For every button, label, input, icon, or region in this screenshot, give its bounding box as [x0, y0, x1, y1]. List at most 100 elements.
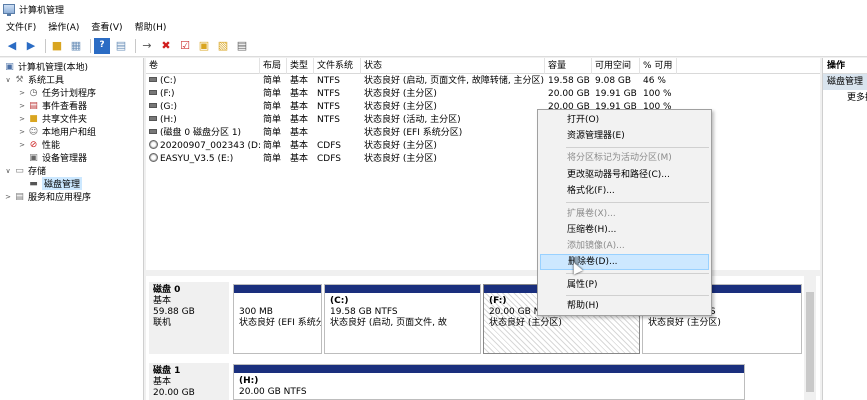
column-header-capacity[interactable]: 容量 — [545, 58, 592, 74]
menu-action[interactable]: 操作(A) — [48, 20, 79, 33]
tree-item-root[interactable]: ▣ 计算机管理(本地) — [2, 60, 88, 74]
menu-item-change-drive-letter[interactable]: 更改驱动器号和路径(C)... — [540, 167, 709, 183]
tree-item-shared-folders[interactable]: > ■ 共享文件夹 — [18, 112, 88, 126]
volume-name-text: (F:) — [160, 89, 175, 99]
volume-type: 基本 — [290, 102, 309, 112]
menu-item-help[interactable]: 帮助(H) — [540, 298, 709, 314]
menu-item-add-mirror: 添加镜像(A)... — [567, 241, 625, 251]
delete-icon[interactable]: ✖ — [158, 38, 174, 54]
column-header-filesystem[interactable]: 文件系统 — [314, 58, 361, 74]
menu-item-explorer[interactable]: 资源管理器(E) — [540, 128, 709, 144]
computer-management-icon — [3, 4, 15, 16]
partition-efi[interactable]: 300 MB 状态良好 (EFI 系统分 — [233, 284, 322, 354]
expand-icon[interactable]: > — [4, 193, 12, 201]
shared-folder-icon: ■ — [29, 113, 38, 124]
table-row[interactable]: (F:) 简单 基本 NTFS 状态良好 (主分区) 20.00 GB 19.9… — [146, 88, 820, 101]
menu-item-delete-volume[interactable]: 删除卷(D)... — [540, 254, 709, 270]
table-row[interactable]: (G:) 简单 基本 NTFS 状态良好 (主分区) 20.00 GB 19.9… — [146, 101, 820, 114]
expand-icon[interactable]: > — [18, 115, 26, 123]
partition-name — [239, 296, 321, 307]
volume-icon — [149, 90, 157, 95]
table-row[interactable]: (磁盘 0 磁盘分区 1) 简单 基本 状态良好 (EFI 系统分区) — [146, 127, 820, 140]
collapse-icon[interactable]: ∨ — [4, 167, 12, 175]
search-icon[interactable]: ▣ — [196, 38, 212, 54]
expand-icon[interactable]: > — [18, 89, 26, 97]
toolbar-separator — [45, 38, 46, 53]
disk-size: 20.00 GB — [153, 388, 195, 398]
up-folder-icon[interactable]: ■ — [49, 38, 65, 54]
tree-item-system-tools[interactable]: ∨ ⚒ 系统工具 — [4, 73, 65, 87]
volume-percent-free: 46 % — [643, 76, 666, 86]
tree-item-local-users[interactable]: > ☺ 本地用户和组 — [18, 125, 96, 139]
volume-filesystem: NTFS — [317, 89, 340, 99]
tree-item-services[interactable]: > ▤ 服务和应用程序 — [4, 190, 91, 204]
column-header-volume[interactable]: 卷 — [146, 58, 260, 74]
view-icon[interactable]: ▤ — [234, 38, 250, 54]
tree-item-storage[interactable]: ∨ ▭ 存储 — [4, 164, 46, 178]
partition-status: 状态良好 (EFI 系统分 — [239, 318, 322, 328]
volume-type: 基本 — [290, 154, 309, 164]
tree-label: 系统工具 — [28, 76, 65, 86]
forward-arrow-icon[interactable]: ▶ — [23, 38, 39, 54]
toolbar: ◀ ▶ ■ ▦ ? ▤ → ✖ ☑ ▣ ▧ ▤ — [0, 35, 867, 57]
column-header-free-space[interactable]: 可用空间 — [592, 58, 640, 74]
properties-icon[interactable]: ▤ — [113, 38, 129, 54]
table-row[interactable]: 20200907_002343 (D:) 简单 基本 CDFS 状态良好 (主分… — [146, 140, 820, 153]
menu-help[interactable]: 帮助(H) — [135, 20, 167, 33]
volume-name: EASYU_V3.5 (E:) — [146, 153, 260, 166]
console-tree-icon[interactable]: ▦ — [68, 38, 84, 54]
partition-h[interactable]: (H:) 20.00 GB NTFS — [233, 364, 745, 400]
back-arrow-icon[interactable]: ◀ — [4, 38, 20, 54]
connect-icon[interactable]: → — [139, 38, 155, 54]
export-icon[interactable]: ▧ — [215, 38, 231, 54]
volume-free-space: 19.91 GB — [595, 89, 637, 99]
menu-view[interactable]: 查看(V) — [91, 20, 122, 33]
volume-filesystem: NTFS — [317, 102, 340, 112]
help-icon[interactable]: ? — [94, 37, 110, 54]
actions-section-disk-management[interactable]: 磁盘管理 — [823, 74, 867, 90]
tree-label: 共享文件夹 — [42, 115, 88, 125]
table-row[interactable]: EASYU_V3.5 (E:) 简单 基本 CDFS 状态良好 (主分区) — [146, 153, 820, 166]
menu-item-properties[interactable]: 属性(P) — [540, 277, 709, 293]
vertical-scrollbar[interactable] — [804, 276, 816, 400]
disk-0-label[interactable]: 磁盘 0 基本 59.88 GB 联机 — [149, 282, 229, 354]
check-icon[interactable]: ☑ — [177, 38, 193, 54]
table-row[interactable]: (H:) 简单 基本 NTFS 状态良好 (活动, 主分区) — [146, 114, 820, 127]
storage-icon: ▭ — [15, 165, 24, 176]
column-header-type[interactable]: 类型 — [287, 58, 314, 74]
volume-name-text: (H:) — [160, 115, 177, 125]
menu-item-open[interactable]: 打开(O) — [540, 112, 709, 128]
expand-icon[interactable]: > — [18, 141, 26, 149]
partition-c[interactable]: (C:) 19.58 GB NTFS 状态良好 (启动, 页面文件, 故 — [324, 284, 481, 354]
tree-item-performance[interactable]: > ⊘ 性能 — [18, 138, 60, 152]
volume-name: (C:) — [146, 75, 260, 88]
column-header-percent-free[interactable]: % 可用 — [640, 58, 677, 74]
menu-item-format[interactable]: 格式化(F)... — [540, 183, 709, 199]
menu-item-shrink-volume[interactable]: 压缩卷(H)... — [540, 222, 709, 238]
window-title: 计算机管理 — [19, 5, 65, 16]
toolbar-separator — [90, 38, 91, 53]
menu-file[interactable]: 文件(F) — [6, 20, 36, 33]
disk-1-label[interactable]: 磁盘 1 基本 20.00 GB — [149, 363, 229, 400]
expand-icon[interactable]: > — [18, 128, 26, 136]
tree-item-event-viewer[interactable]: > ▤ 事件查看器 — [18, 99, 87, 113]
more-actions-link[interactable]: 更多操作 — [823, 90, 867, 106]
tree-item-device-manager[interactable]: ▣ 设备管理器 — [26, 151, 87, 165]
column-header-status[interactable]: 状态 — [361, 58, 545, 74]
disk-name: 磁盘 1 — [153, 366, 181, 376]
tree-item-disk-management[interactable]: ▬ 磁盘管理 — [26, 177, 83, 190]
tools-icon: ⚒ — [15, 74, 24, 85]
column-header-layout[interactable]: 布局 — [260, 58, 287, 74]
volume-status: 状态良好 (活动, 主分区) — [364, 115, 461, 125]
expand-icon[interactable]: > — [18, 102, 26, 110]
volume-status: 状态良好 (主分区) — [364, 141, 437, 151]
actions-pane: 操作 磁盘管理 更多操作 — [822, 58, 867, 400]
volume-layout: 简单 — [263, 115, 282, 125]
collapse-icon[interactable]: ∨ — [4, 76, 12, 84]
volume-name: (F:) — [146, 88, 260, 101]
table-row[interactable]: (C:) 简单 基本 NTFS 状态良好 (启动, 页面文件, 故障转储, 主分… — [146, 75, 820, 88]
scrollbar-thumb[interactable] — [806, 292, 814, 392]
volume-type: 基本 — [290, 128, 309, 138]
tree-item-task-scheduler[interactable]: > ◷ 任务计划程序 — [18, 86, 96, 100]
context-menu: 打开(O) 资源管理器(E) 将分区标记为活动分区(M) 更改驱动器号和路径(C… — [537, 109, 712, 316]
